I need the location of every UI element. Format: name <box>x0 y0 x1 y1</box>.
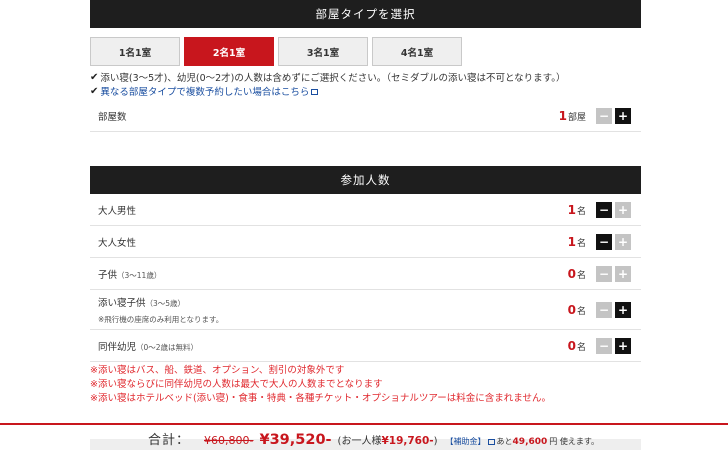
infant-label-text: 同伴幼児 <box>98 341 137 353</box>
per-person-prefix: (お一人様 <box>337 436 382 447</box>
room-count-unit: 部屋 <box>567 112 586 123</box>
infant-plus-button[interactable]: + <box>615 337 631 354</box>
adult-male-plus-button[interactable]: + <box>615 201 631 218</box>
remaining-prefix: あと <box>496 437 513 446</box>
co-sleeping-child-minus-button[interactable]: − <box>596 301 612 318</box>
original-price: ¥60,800- <box>204 434 254 447</box>
co-sleeping-child-age-range: （3〜5歳） <box>145 298 186 308</box>
check-icon: ✔ <box>90 85 99 97</box>
child-label-text: 子供 <box>98 269 118 281</box>
total-summary: 合計： ¥60,800- ¥39,520- (お一人様 ¥19,760- ) 【… <box>148 429 599 448</box>
remaining-suffix: 円 使えます。 <box>549 437 600 446</box>
tab-1-person-room[interactable]: 1名1室 <box>90 37 180 66</box>
co-sleeping-child-label-text: 添い寝子供 <box>98 297 146 309</box>
adult-female-unit: 名 <box>576 238 586 249</box>
infant-label: 同伴幼児（0〜2歳は無料） <box>90 339 568 353</box>
participants-header: 参加人数 <box>90 166 641 194</box>
participant-red-notes: ※添い寝はバス、船、鉄道、オプション、割引の対象外です ※添い寝ならびに同伴幼児… <box>90 362 641 404</box>
co-sleeping-child-plus-button[interactable]: + <box>615 301 631 318</box>
tab-2-person-room[interactable]: 2名1室 <box>184 37 274 66</box>
room-count: 1 部屋 <box>559 109 586 123</box>
child-label: 子供（3〜11歳） <box>90 267 568 281</box>
red-note-1: ※添い寝はバス、船、鉄道、オプション、割引の対象外です <box>90 365 345 376</box>
infant-row: 同伴幼児（0〜2歳は無料） 0 名 − + <box>90 330 641 362</box>
red-note-3: ※添い寝はホテルベッド(添い寝)・食事・特典・各種チケット・オプショナルツアーは… <box>90 393 552 404</box>
child-unit: 名 <box>576 270 586 281</box>
room-type-section: 部屋タイプを選択 <box>90 0 641 28</box>
room-plus-button[interactable]: + <box>615 107 631 124</box>
child-count: 0 名 <box>568 267 586 281</box>
infant-value: 0 <box>567 338 576 353</box>
infant-unit: 名 <box>576 342 586 353</box>
adult-female-label: 大人女性 <box>98 237 137 249</box>
adult-male-minus-button[interactable]: − <box>596 201 612 218</box>
child-age-range: （3〜11歳） <box>117 270 162 280</box>
room-type-header: 部屋タイプを選択 <box>90 0 641 28</box>
total-price: ¥39,520- <box>259 432 332 448</box>
tab-4-person-room[interactable]: 4名1室 <box>372 37 462 66</box>
room-tabs: 1名1室 2名1室 3名1室 4名1室 <box>90 37 641 66</box>
total-label: 合計： <box>148 433 191 448</box>
child-plus-button[interactable]: + <box>615 265 631 282</box>
room-count-row: 部屋数 1 部屋 − + <box>90 100 641 132</box>
check-icon: ✔ <box>90 71 99 83</box>
infant-count: 0 名 <box>568 339 586 353</box>
per-person-price: ¥19,760- <box>381 435 434 447</box>
child-value: 0 <box>567 266 576 281</box>
multi-booking-link[interactable]: 異なる部屋タイプで複数予約したい場合はこちら <box>100 84 309 98</box>
infant-note-text: 添い寝(3〜5才)、幼児(0〜2才)の人数は含めずにご選択ください。（セミダブル… <box>100 73 566 84</box>
external-link-icon <box>487 439 495 445</box>
tab-3-person-room[interactable]: 3名1室 <box>278 37 368 66</box>
co-sleeping-child-note: ※飛行機の座席のみ利用となります。 <box>98 314 224 324</box>
remaining-amount: 49,600 <box>512 437 548 447</box>
adult-female-minus-button[interactable]: − <box>596 233 612 250</box>
adult-female-plus-button[interactable]: + <box>615 233 631 250</box>
adult-male-value: 1 <box>567 202 576 217</box>
child-row: 子供（3〜11歳） 0 名 − + <box>90 258 641 290</box>
infant-note: ✔ 添い寝(3〜5才)、幼児(0〜2才)の人数は含めずにご選択ください。（セミダ… <box>90 70 641 85</box>
adult-male-label: 大人男性 <box>98 205 137 217</box>
infant-age-range: （0〜2歳は無料） <box>136 342 199 352</box>
co-sleeping-child-label: 添い寝子供（3〜5歳） ※飛行機の座席のみ利用となります。 <box>90 295 568 325</box>
adult-male-unit: 名 <box>576 206 586 217</box>
room-minus-button[interactable]: − <box>596 107 612 124</box>
adult-female-count: 1 名 <box>568 235 586 249</box>
room-count-label: 部屋数 <box>98 111 127 123</box>
participants-section: 参加人数 <box>90 166 641 194</box>
child-minus-button[interactable]: − <box>596 265 612 282</box>
external-link-icon <box>311 89 319 95</box>
room-type-title: 部屋タイプを選択 <box>315 7 416 21</box>
infant-minus-button[interactable]: − <box>596 337 612 354</box>
per-person-suffix: ) <box>433 436 438 447</box>
multi-booking-note: ✔ 異なる部屋タイプで複数予約したい場合はこちら <box>90 84 641 98</box>
adult-male-count: 1 名 <box>568 203 586 217</box>
adult-male-row: 大人男性 1 名 − + <box>90 194 641 226</box>
room-notes: ✔ 添い寝(3〜5才)、幼児(0〜2才)の人数は含めずにご選択ください。（セミダ… <box>90 70 641 99</box>
subsidy-link[interactable]: 【補助金】 <box>446 436 486 447</box>
co-sleeping-child-unit: 名 <box>576 306 586 317</box>
participants-title: 参加人数 <box>340 173 391 187</box>
adult-female-row: 大人女性 1 名 − + <box>90 226 641 258</box>
co-sleeping-child-count: 0 名 <box>568 303 586 317</box>
red-note-2: ※添い寝ならびに同伴幼児の人数は最大で大人の人数までとなります <box>90 379 383 390</box>
room-count-value: 1 <box>558 108 567 123</box>
co-sleeping-child-row: 添い寝子供（3〜5歳） ※飛行機の座席のみ利用となります。 0 名 − + <box>90 290 641 330</box>
co-sleeping-child-value: 0 <box>567 302 576 317</box>
adult-female-value: 1 <box>567 234 576 249</box>
